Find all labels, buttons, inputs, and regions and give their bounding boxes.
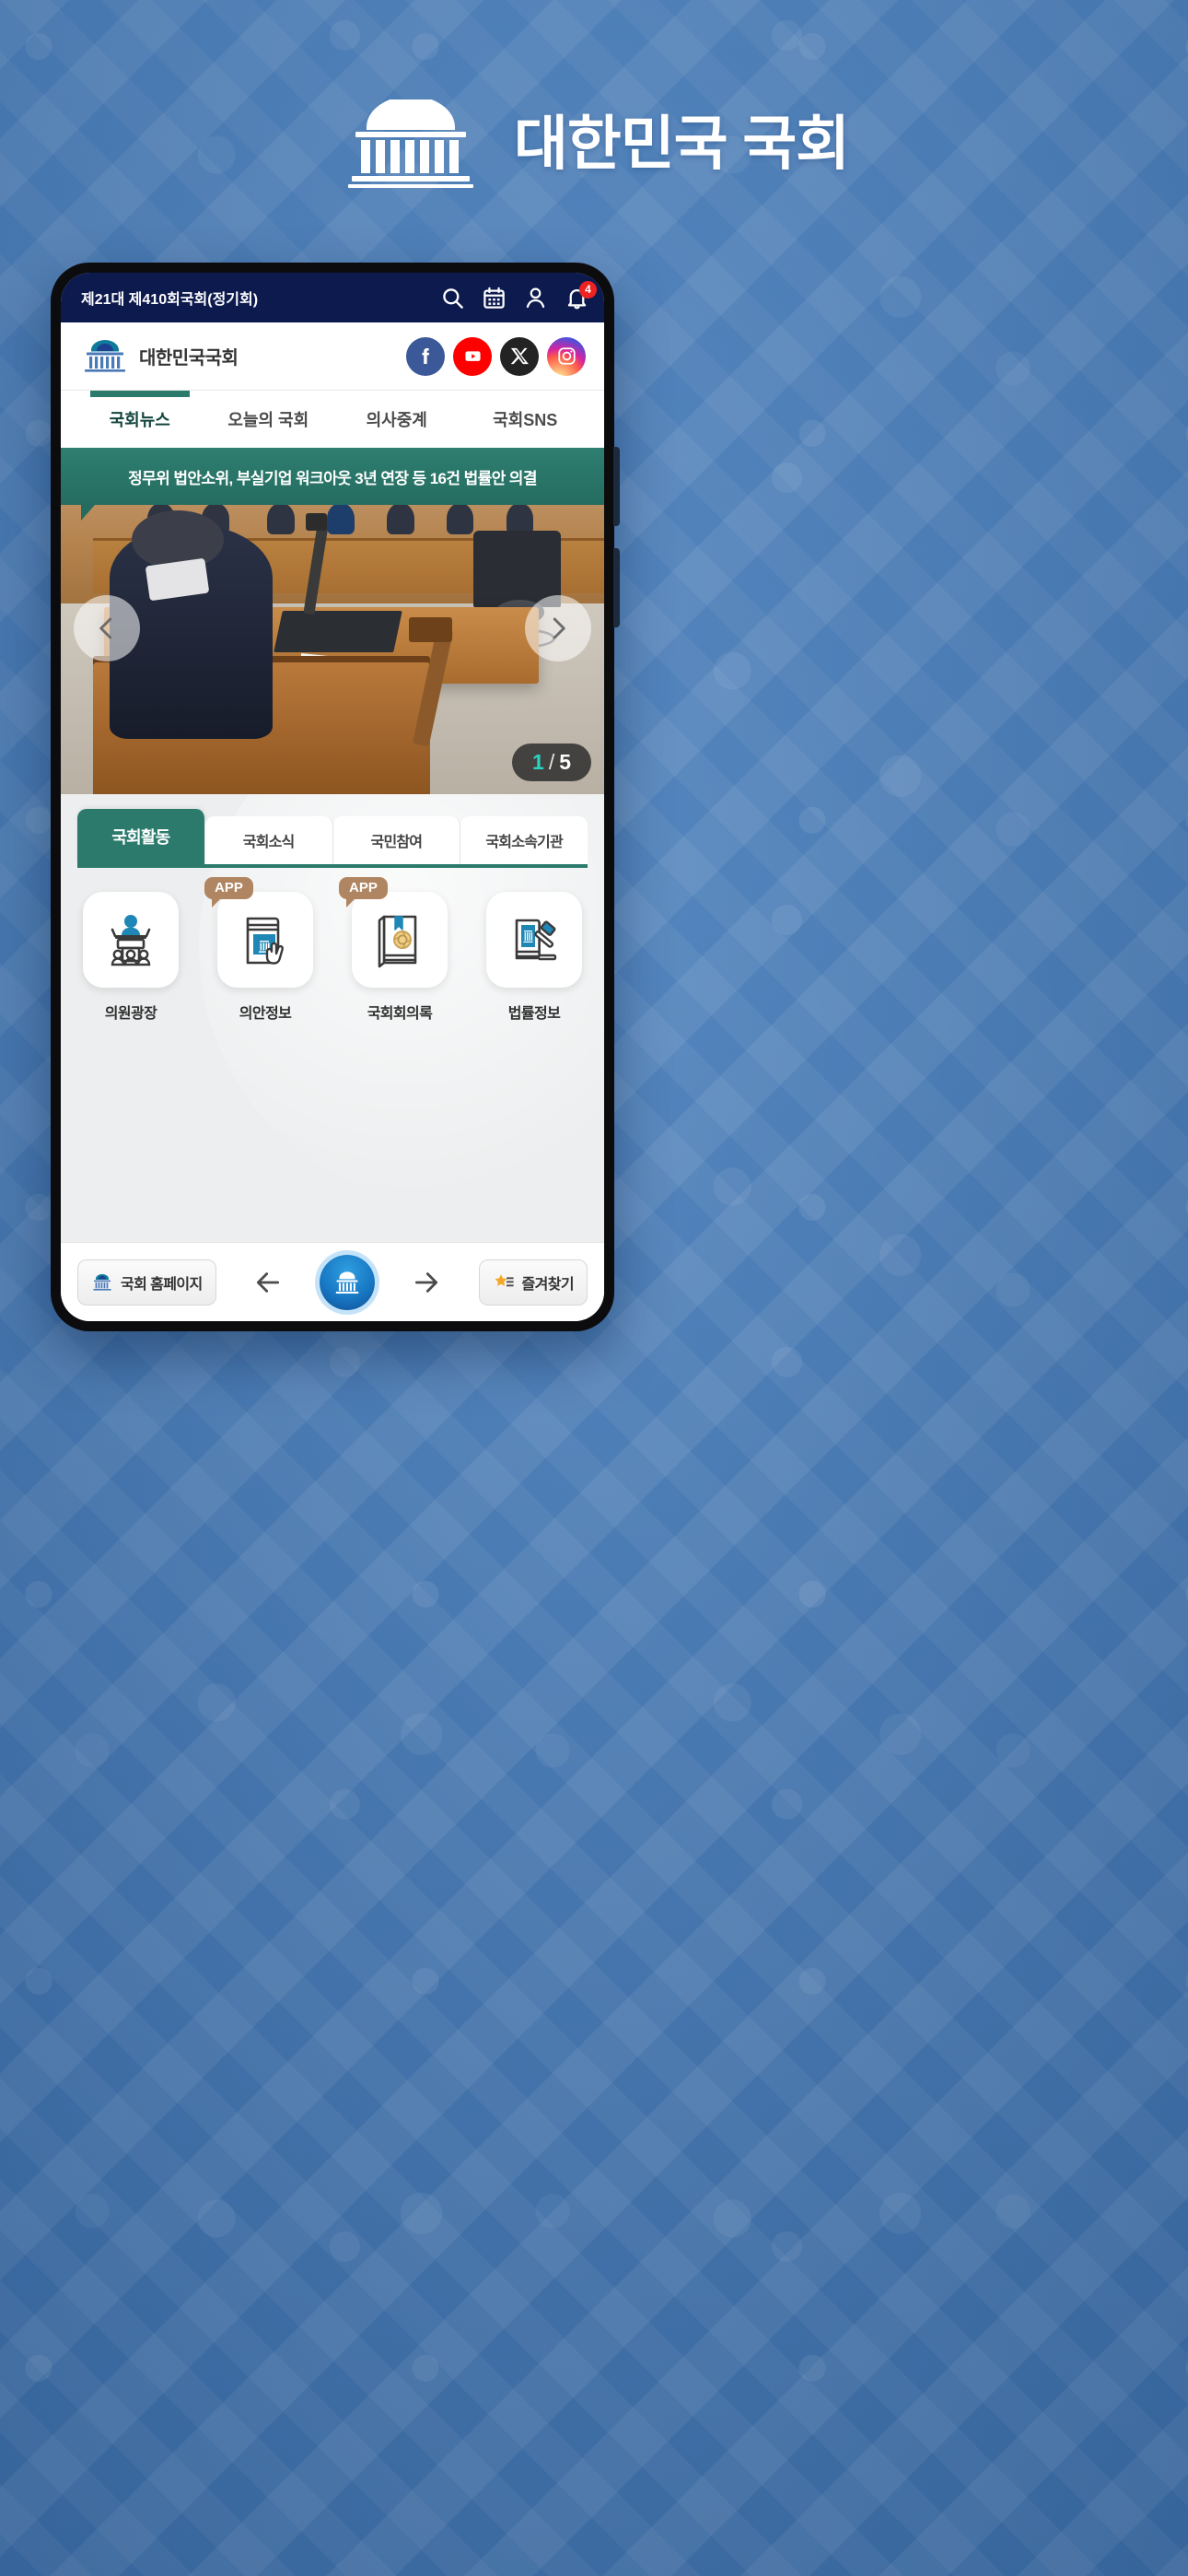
quicklink-label: 국회회의록: [367, 1006, 433, 1022]
youtube-icon[interactable]: [453, 336, 492, 376]
arrow-right-icon[interactable]: [408, 1264, 445, 1301]
site-logo[interactable]: 대한민국국회: [81, 339, 239, 374]
device-side-button-up[interactable]: [613, 447, 620, 526]
quicklink-tile[interactable]: APP: [204, 877, 313, 988]
book-seal-icon: [378, 915, 417, 968]
phone-screen: 제21대 제410회국회(정기회) 4 대한민국국회 국회뉴스 오늘의 국회 의…: [61, 273, 604, 1321]
chevron-left-icon[interactable]: [74, 594, 140, 662]
tab-gukhoe-news[interactable]: 국회뉴스: [76, 391, 204, 448]
app-badge: APP: [339, 877, 388, 907]
homepage-button[interactable]: 국회 홈페이지: [77, 1259, 216, 1306]
hero-headline-text: 정무위 법안소위, 부실기업 워크아웃 3년 연장 등 16건 법률안 의결: [128, 469, 537, 487]
favorites-button-label: 즐겨찾기: [521, 1276, 575, 1293]
assembly-building-icon: [335, 1270, 359, 1294]
assembly-building-icon: [347, 100, 473, 188]
category-tabs: 국회활동 국회소식 국민참여 국회소속기관: [77, 809, 588, 864]
podium-speaker-icon: [111, 915, 151, 966]
news-nav-tabs: 국회뉴스 오늘의 국회 의사중계 국회SNS: [61, 391, 604, 448]
carousel-current-index: 1: [532, 750, 544, 774]
page-title: 대한민국 국회: [513, 111, 850, 177]
hero-banner-tail: [81, 505, 109, 521]
quicklink-item-gukhoehoeuirok[interactable]: APP 국회회의록: [339, 877, 448, 1023]
hero-carousel[interactable]: 정무위 법안소위, 부실기업 워크아웃 3년 연장 등 16건 법률안 의결 1…: [61, 448, 604, 794]
quicklink-tile[interactable]: APP: [339, 877, 448, 988]
bell-icon[interactable]: 4: [565, 280, 597, 310]
card-tab-assembly-activity[interactable]: 국회활동: [77, 809, 205, 864]
device-side-button-down[interactable]: [613, 548, 620, 627]
chevron-right-icon[interactable]: [525, 594, 591, 662]
quicklink-label: 의안정보: [239, 1006, 292, 1022]
session-title: 제21대 제410회국회(정기회): [81, 292, 259, 308]
card-tab-affiliated-orgs[interactable]: 국회소속기관: [460, 816, 588, 864]
assembly-building-icon: [93, 1273, 111, 1291]
sns-icon-group: [406, 336, 586, 376]
quicklink-label: 의원광장: [104, 1006, 157, 1022]
card-tab-assembly-news[interactable]: 국회소식: [204, 816, 333, 864]
instagram-icon[interactable]: [547, 336, 586, 376]
quicklink-item-uiwongwangjang[interactable]: 의원광장: [83, 892, 179, 1023]
quicklink-tile[interactable]: [83, 892, 179, 988]
person-icon[interactable]: [523, 286, 548, 310]
search-icon[interactable]: [440, 286, 465, 310]
arrow-left-icon[interactable]: [250, 1264, 286, 1301]
tab-today-assembly[interactable]: 오늘의 국회: [204, 391, 333, 448]
quicklink-item-beomnyuljeongbo[interactable]: 법률정보: [486, 892, 582, 1023]
home-button[interactable]: [320, 1254, 376, 1310]
app-badge: APP: [204, 877, 253, 907]
quicklink-item-uiananjeongbo[interactable]: APP 의안정보: [204, 877, 313, 1023]
app-body: 국회활동 국회소식 국민참여 국회소속기관 의원광장 APP 의안정보 APP …: [61, 794, 604, 1242]
card-tab-public-participation[interactable]: 국민참여: [332, 816, 461, 864]
carousel-total-count: 5: [559, 750, 571, 774]
calendar-icon[interactable]: [482, 286, 507, 310]
x-twitter-icon[interactable]: [500, 336, 539, 376]
bottom-navigation-bar: 국회 홈페이지 즐겨찾기: [61, 1242, 604, 1321]
page-brand: 대한민국 국회: [0, 100, 1188, 188]
hero-headline-banner[interactable]: 정무위 법안소위, 부실기업 워크아웃 3년 연장 등 16건 법률안 의결: [61, 448, 604, 505]
site-logo-text: 대한민국국회: [139, 348, 239, 369]
phone-device: 제21대 제410회국회(정기회) 4 대한민국국회 국회뉴스 오늘의 국회 의…: [51, 263, 620, 1331]
tab-proceedings-broadcast[interactable]: 의사중계: [332, 391, 461, 448]
quicklink-grid: 의원광장 APP 의안정보 APP 국회회의록 법률정보: [77, 868, 588, 1023]
homepage-button-label: 국회 홈페이지: [121, 1276, 203, 1293]
carousel-counter: 1 / 5: [512, 744, 591, 781]
app-topbar: 제21대 제410회국회(정기회) 4: [61, 273, 604, 322]
quicklink-tile[interactable]: [486, 892, 582, 988]
tab-assembly-sns[interactable]: 국회SNS: [461, 391, 590, 448]
book-tap-hand-icon: [246, 917, 284, 965]
star-list-icon: [495, 1273, 514, 1286]
quicklink-label: 법률정보: [507, 1006, 561, 1022]
notification-badge: 4: [579, 280, 597, 299]
favorites-button[interactable]: 즐겨찾기: [478, 1259, 588, 1306]
carousel-separator: /: [548, 750, 555, 774]
facebook-icon[interactable]: [406, 336, 445, 376]
assembly-building-icon: [85, 339, 125, 372]
site-header: 대한민국국회: [61, 322, 604, 391]
book-gavel-icon: [515, 919, 557, 961]
topbar-icon-group: 4: [440, 280, 597, 310]
